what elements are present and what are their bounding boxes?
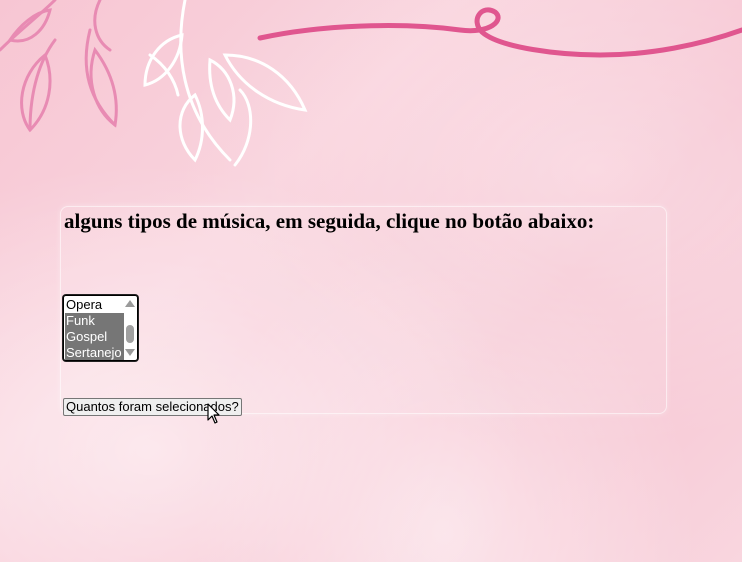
count-selected-button[interactable]: Quantos foram selecionados? [63,398,242,416]
scroll-down-arrow-icon[interactable] [125,349,135,356]
music-multi-select[interactable]: Opera Funk Gospel Sertanejo [63,295,138,361]
option-funk[interactable]: Funk [65,313,124,329]
ribbon-decoration [257,7,742,58]
pink-leaf-branch [0,0,118,133]
scroll-thumb[interactable] [126,325,134,343]
option-gospel[interactable]: Gospel [65,329,124,345]
scroll-up-arrow-icon[interactable] [125,300,135,307]
listbox-scrollbar[interactable] [124,297,136,359]
question-panel [60,206,667,414]
decorative-leaves [0,0,742,167]
option-opera[interactable]: Opera [65,297,124,313]
white-leaf-branch [143,0,308,167]
option-sertanejo[interactable]: Sertanejo [65,345,124,360]
question-heading: alguns tipos de música, em seguida, cliq… [64,209,595,233]
